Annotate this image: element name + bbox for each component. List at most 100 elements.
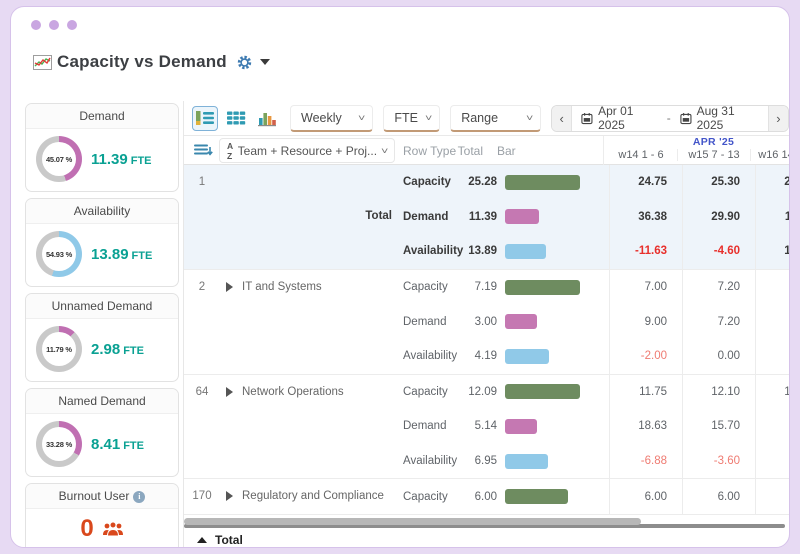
range-select[interactable]: Range ˅ <box>450 104 541 132</box>
bar-cell <box>497 314 609 330</box>
month-label: APR '25 <box>692 136 735 148</box>
bar-cell <box>497 453 609 469</box>
info-icon[interactable]: i <box>133 490 146 503</box>
date-range-picker: ‹ Apr 01 2025 - Aug 31 2025 › <box>550 104 789 132</box>
value-bar <box>505 279 580 295</box>
burnout-count: 0 <box>80 515 94 542</box>
table-row[interactable]: Availability 6.95 -6.88-3.604.30 <box>184 443 789 479</box>
table-row[interactable]: Availability 13.89 -11.63-4.6013.50 <box>184 234 789 269</box>
expand-caret-icon[interactable] <box>224 386 234 397</box>
page-title: Capacity vs Demand <box>57 52 227 71</box>
week-value-cell: 7.00 <box>609 269 682 305</box>
scrollbar-thumb[interactable] <box>184 517 641 525</box>
row-type-cell: Capacity <box>403 385 448 398</box>
total-value-cell: 6.95 <box>474 455 497 468</box>
fte-value: 13.89 FTE <box>91 246 152 263</box>
week-value-cell: 11.75 <box>609 374 682 410</box>
total-value-cell: 4.19 <box>474 350 497 363</box>
start-date-field[interactable]: Apr 01 2025 <box>572 106 667 131</box>
week-value-cell: 0.00 <box>682 338 755 374</box>
donut-percent-label: 54.93 % <box>42 237 76 271</box>
chevron-down-icon: ˅ <box>525 112 534 123</box>
next-period-button[interactable]: › <box>767 105 788 131</box>
week-value-cell: 7.20 <box>682 269 755 305</box>
table-group: 64 Network Operations Capacity 12.09 11.75 12… <box>184 374 789 480</box>
week-value-cell: 12.10 <box>755 374 789 410</box>
end-date-field[interactable]: Aug 31 2025 <box>671 106 768 131</box>
fte-value: 11.39 FTE <box>91 151 152 168</box>
week-value-cell: 4.30 <box>755 443 789 479</box>
value-bar <box>505 174 580 190</box>
week-value-cell: 7.80 <box>755 409 789 444</box>
group-by-select[interactable]: AZ Team + Resource + Proj... ˅ <box>219 138 395 163</box>
grid-view-icon[interactable] <box>223 106 249 131</box>
metric-card-title: Named Demand <box>26 389 178 414</box>
metric-card-body: 33.28 % 8.41 FTE <box>26 414 178 476</box>
table-body: 1TotalCapacity25.2824.7525.3025.30Demand… <box>184 165 789 515</box>
week-value-cell: 25.30 <box>682 165 755 200</box>
table-header: AZ Team + Resource + Proj... ˅ Row Type … <box>184 136 789 165</box>
main-panel: Weekly ˅ FTE ˅ Range ˅ ‹ Apr 01 2025 - A… <box>184 95 789 547</box>
fte-unit: FTE <box>123 439 144 452</box>
week-value-cell: 29.90 <box>682 199 755 235</box>
total-value-cell: 3.00 <box>474 315 497 328</box>
bar-cell <box>497 243 609 259</box>
week-value-cell: 13.50 <box>755 234 789 269</box>
burnout-card-title: Burnout User i <box>26 484 178 509</box>
table-row[interactable]: Availability 4.19 -2.000.005.40 <box>184 338 789 374</box>
week-value-cell: 5.40 <box>755 338 789 374</box>
table-row[interactable]: Capacity25.2824.7525.3025.30 <box>184 165 789 200</box>
table-row[interactable]: Demand 3.00 9.007.201.80 <box>184 304 789 339</box>
bar-chart-view-icon[interactable] <box>254 106 280 131</box>
group-name: Regulatory and Compliance <box>242 490 384 503</box>
window-dot[interactable] <box>49 20 59 30</box>
metric-card-title: Availability <box>26 199 178 224</box>
row-type-cell: Demand <box>403 210 449 223</box>
column-header-total: Total <box>457 144 483 158</box>
fte-unit: FTE <box>130 154 152 167</box>
gear-icon[interactable] <box>236 54 253 71</box>
prev-period-button[interactable]: ‹ <box>551 105 573 131</box>
chart-list-view-icon[interactable] <box>192 105 218 131</box>
unit-select[interactable]: FTE ˅ <box>383 104 441 132</box>
group-id: 170 <box>192 490 212 503</box>
row-type-cell: Demand <box>403 420 447 433</box>
interval-select[interactable]: Weekly ˅ <box>290 104 374 132</box>
row-type-cell: Demand <box>403 315 447 328</box>
window-dot[interactable] <box>31 20 41 30</box>
fte-value: 8.41 FTE <box>91 436 144 453</box>
expand-caret-icon[interactable] <box>224 491 234 502</box>
settings-dropdown-caret[interactable] <box>259 59 270 65</box>
row-type-cell: Availability <box>403 455 458 468</box>
table-footer: Total <box>184 530 789 547</box>
window-control-dots[interactable] <box>31 20 77 30</box>
donut-percent-label: 45.07 % <box>42 142 76 176</box>
donut-chart: 54.93 % <box>36 231 82 277</box>
week-header-cell: w14 1 - 6 <box>618 149 664 161</box>
window-dot[interactable] <box>67 20 77 30</box>
group-id: 64 <box>195 385 209 398</box>
chevron-down-icon: ˅ <box>380 145 389 156</box>
total-value-cell: 6.00 <box>474 490 497 503</box>
value-bar <box>505 489 568 505</box>
week-headers: APR '25 w14 1 - 6 w15 7 - 13w16 14 - 20 <box>603 136 789 165</box>
value-bar <box>505 348 549 364</box>
donut-chart: 11.79 % <box>36 326 82 372</box>
week-value-cell: 1.80 <box>755 304 789 339</box>
metrics-sidebar: Demand 45.07 % 11.39 FTE Availability 54.93 %… <box>11 95 183 547</box>
week-value-cell: -6.88 <box>609 443 682 479</box>
metric-card: Availability 54.93 % 13.89 FTE <box>25 198 179 287</box>
week-header-cell: w16 14 - 20 <box>750 149 789 161</box>
table-row[interactable]: Demand 5.14 18.6315.707.80 <box>184 409 789 444</box>
week-value-cell: -4.60 <box>682 234 755 269</box>
week-value-cell: 11.80 <box>755 199 789 235</box>
group-name: Total <box>365 210 392 222</box>
fte-unit: FTE <box>131 249 153 262</box>
collapse-icon[interactable] <box>197 537 207 544</box>
total-value-cell: 7.19 <box>474 281 497 294</box>
display-order-icon[interactable] <box>194 143 213 158</box>
metric-card-title: Unnamed Demand <box>26 294 178 319</box>
table-group: 2IT and SystemsCapacity7.197.007.207.20D… <box>184 269 789 375</box>
expand-caret-icon[interactable] <box>224 281 234 292</box>
fte-number: 8.41 <box>91 435 121 453</box>
